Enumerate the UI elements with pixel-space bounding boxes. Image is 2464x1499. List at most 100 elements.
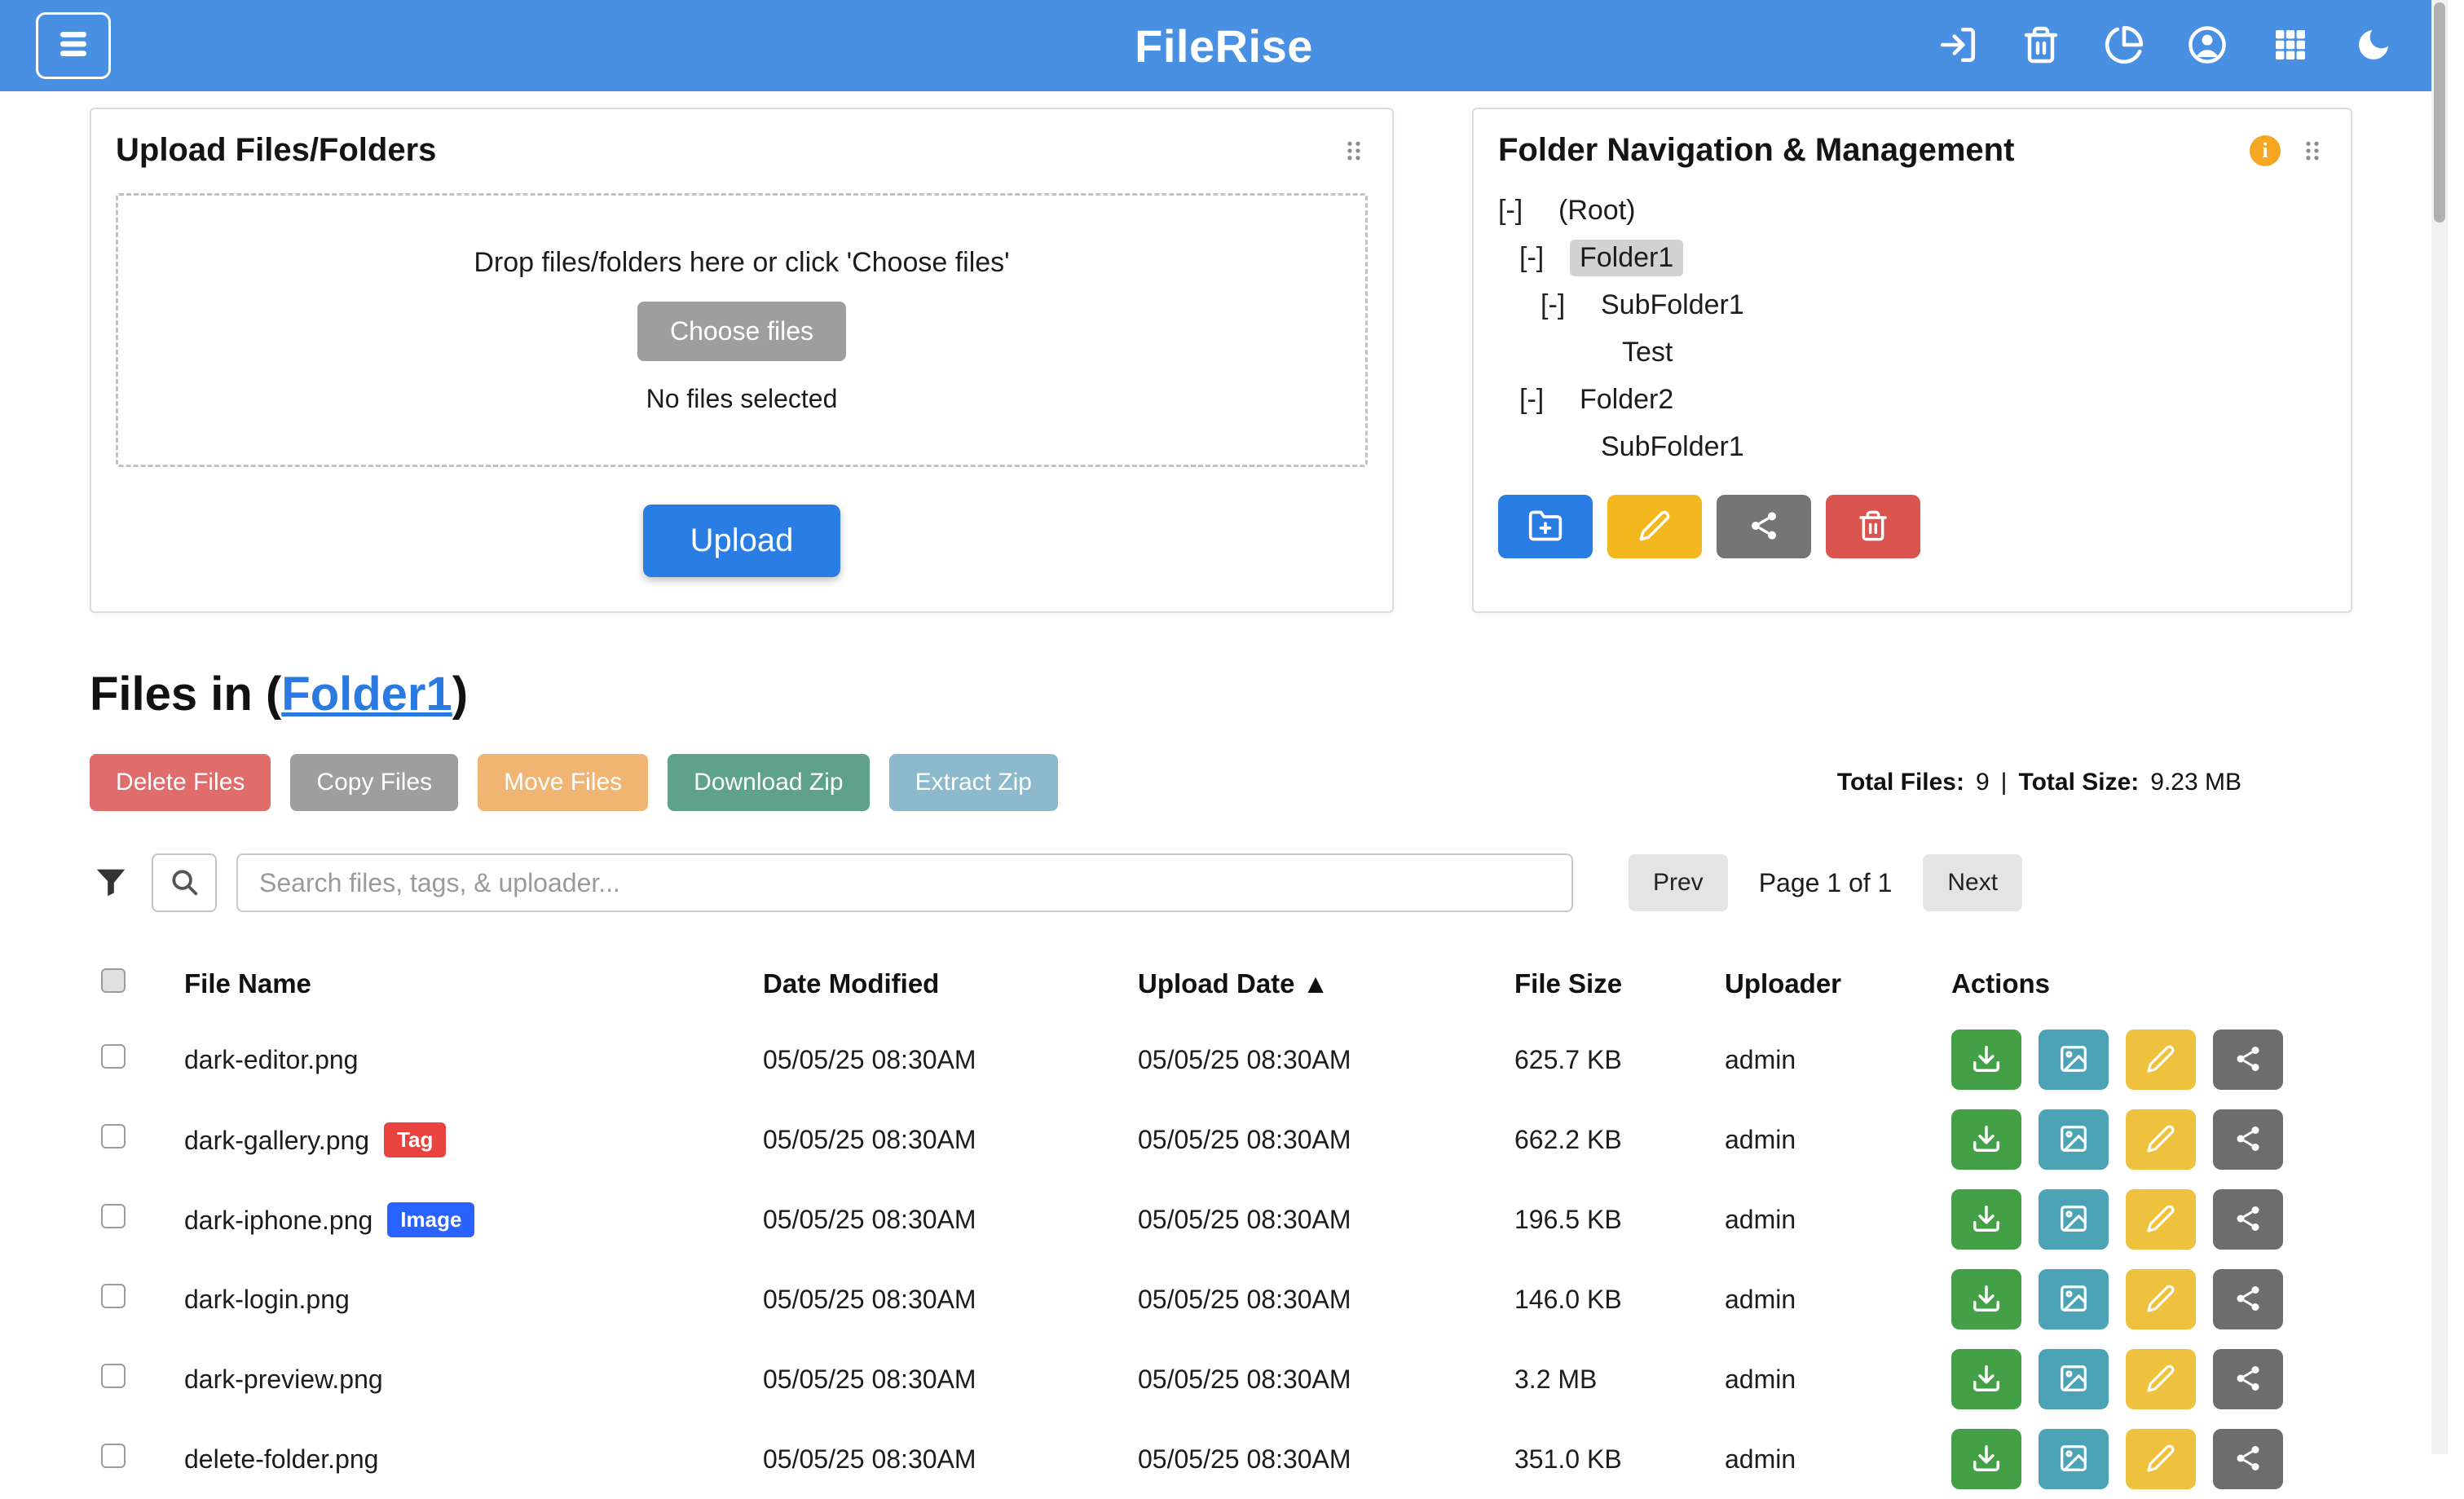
folder-link[interactable]: Folder1 — [281, 668, 452, 721]
share-file-button[interactable] — [2213, 1189, 2283, 1250]
folder-tree-item[interactable]: [-]Folder2 — [1498, 376, 2326, 423]
dropzone[interactable]: Drop files/folders here or click 'Choose… — [116, 193, 1368, 467]
share-file-button[interactable] — [2213, 1109, 2283, 1170]
grid-icon — [2271, 25, 2310, 67]
header-upload-date[interactable]: Upload Date ▲ — [1117, 948, 1493, 1020]
table-row: delete-folder.png 05/05/25 08:30AM 05/05… — [90, 1419, 2241, 1499]
row-checkbox[interactable] — [101, 1364, 126, 1388]
row-checkbox[interactable] — [101, 1044, 126, 1069]
file-name[interactable]: dark-login.png — [184, 1285, 350, 1314]
cell-uploader: admin — [1704, 1419, 1930, 1499]
download-file-button[interactable] — [1951, 1349, 2021, 1409]
scrollbar-thumb[interactable] — [2434, 2, 2445, 223]
share-folder-button[interactable] — [1717, 495, 1811, 558]
select-all-checkbox[interactable] — [101, 968, 126, 993]
share-file-button[interactable] — [2213, 1429, 2283, 1489]
tree-toggle-icon[interactable]: [-] — [1498, 195, 1549, 227]
file-name[interactable]: delete-folder.png — [184, 1444, 378, 1474]
share-file-button[interactable] — [2213, 1029, 2283, 1090]
storage-usage-button[interactable] — [2102, 24, 2146, 68]
user-profile-button[interactable] — [2185, 24, 2229, 68]
download-icon — [1971, 1283, 2002, 1316]
info-icon[interactable]: i — [2250, 135, 2281, 166]
header-file-size[interactable]: File Size — [1493, 948, 1704, 1020]
file-name[interactable]: dark-preview.png — [184, 1365, 383, 1394]
preview-file-button[interactable] — [2039, 1109, 2109, 1170]
folder-tree-item[interactable]: SubFolder1 — [1498, 423, 2326, 470]
header-date-modified[interactable]: Date Modified — [742, 948, 1117, 1020]
download-file-button[interactable] — [1951, 1029, 2021, 1090]
folder-label[interactable]: Folder1 — [1570, 240, 1683, 276]
edit-file-button[interactable] — [2126, 1429, 2196, 1489]
folder-label[interactable]: (Root) — [1549, 192, 1645, 229]
search-button[interactable] — [152, 853, 217, 912]
login-logout-button[interactable] — [1936, 24, 1980, 68]
cell-modified: 05/05/25 08:30AM — [742, 1020, 1117, 1100]
download-file-button[interactable] — [1951, 1429, 2021, 1489]
download-file-button[interactable] — [1951, 1189, 2021, 1250]
create-folder-button[interactable] — [1498, 495, 1593, 558]
edit-file-button[interactable] — [2126, 1029, 2196, 1090]
delete-folder-button[interactable] — [1826, 495, 1920, 558]
header-file-name[interactable]: File Name — [163, 948, 742, 1020]
rename-folder-button[interactable] — [1607, 495, 1702, 558]
move-files-button[interactable]: Move Files — [478, 754, 648, 811]
folder-plus-icon — [1527, 508, 1563, 546]
preview-image-icon — [2058, 1363, 2089, 1396]
folder-label[interactable]: Folder2 — [1570, 381, 1683, 418]
file-name[interactable]: dark-gallery.png — [184, 1126, 369, 1155]
upload-button[interactable]: Upload — [643, 505, 841, 577]
tree-toggle-icon[interactable]: [-] — [1519, 242, 1570, 274]
total-files-value: 9 — [1976, 769, 1990, 796]
preview-file-button[interactable] — [2039, 1349, 2109, 1409]
drag-handle-icon[interactable] — [1340, 137, 1368, 165]
table-row: dark-login.png 05/05/25 08:30AM 05/05/25… — [90, 1259, 2241, 1339]
file-name[interactable]: dark-iphone.png — [184, 1206, 372, 1235]
download-file-button[interactable] — [1951, 1109, 2021, 1170]
choose-files-button[interactable]: Choose files — [637, 302, 846, 361]
drag-handle-icon[interactable] — [2299, 137, 2326, 165]
edit-file-button[interactable] — [2126, 1349, 2196, 1409]
preview-file-button[interactable] — [2039, 1269, 2109, 1329]
view-toggle-button[interactable] — [2268, 24, 2312, 68]
tree-toggle-icon[interactable]: [-] — [1541, 289, 1591, 321]
download-file-button[interactable] — [1951, 1269, 2021, 1329]
header-uploader[interactable]: Uploader — [1704, 948, 1930, 1020]
edit-file-button[interactable] — [2126, 1109, 2196, 1170]
delete-files-button[interactable]: Delete Files — [90, 754, 271, 811]
search-icon — [169, 866, 200, 900]
scrollbar[interactable] — [2431, 0, 2448, 1454]
next-page-button[interactable]: Next — [1923, 854, 2022, 911]
preview-file-button[interactable] — [2039, 1189, 2109, 1250]
trash-restore-button[interactable] — [2019, 24, 2063, 68]
preview-file-button[interactable] — [2039, 1029, 2109, 1090]
folder-tree-item[interactable]: [-]SubFolder1 — [1498, 281, 2326, 328]
folder-tree-item[interactable]: [-]Folder1 — [1498, 234, 2326, 281]
row-checkbox[interactable] — [101, 1124, 126, 1148]
filter-button[interactable] — [90, 862, 132, 904]
search-input[interactable] — [236, 853, 1573, 912]
folder-tree-item[interactable]: [-](Root) — [1498, 187, 2326, 234]
extract-zip-button[interactable]: Extract Zip — [889, 754, 1058, 811]
folder-label[interactable]: Test — [1612, 334, 1682, 371]
share-file-button[interactable] — [2213, 1349, 2283, 1409]
row-checkbox[interactable] — [101, 1204, 126, 1228]
sidebar-toggle-button[interactable] — [36, 12, 111, 79]
share-file-button[interactable] — [2213, 1269, 2283, 1329]
row-checkbox[interactable] — [101, 1284, 126, 1308]
preview-image-icon — [2058, 1043, 2089, 1077]
folder-tree-item[interactable]: Test — [1498, 328, 2326, 376]
row-checkbox[interactable] — [101, 1444, 126, 1468]
file-name[interactable]: dark-editor.png — [184, 1045, 358, 1074]
login-icon — [1937, 24, 1978, 68]
edit-file-button[interactable] — [2126, 1269, 2196, 1329]
folder-label[interactable]: SubFolder1 — [1591, 429, 1754, 465]
edit-file-button[interactable] — [2126, 1189, 2196, 1250]
prev-page-button[interactable]: Prev — [1629, 854, 1728, 911]
preview-file-button[interactable] — [2039, 1429, 2109, 1489]
folder-label[interactable]: SubFolder1 — [1591, 287, 1754, 324]
download-zip-button[interactable]: Download Zip — [668, 754, 869, 811]
tree-toggle-icon[interactable]: [-] — [1519, 384, 1570, 416]
dark-mode-button[interactable] — [2352, 24, 2396, 68]
copy-files-button[interactable]: Copy Files — [290, 754, 458, 811]
